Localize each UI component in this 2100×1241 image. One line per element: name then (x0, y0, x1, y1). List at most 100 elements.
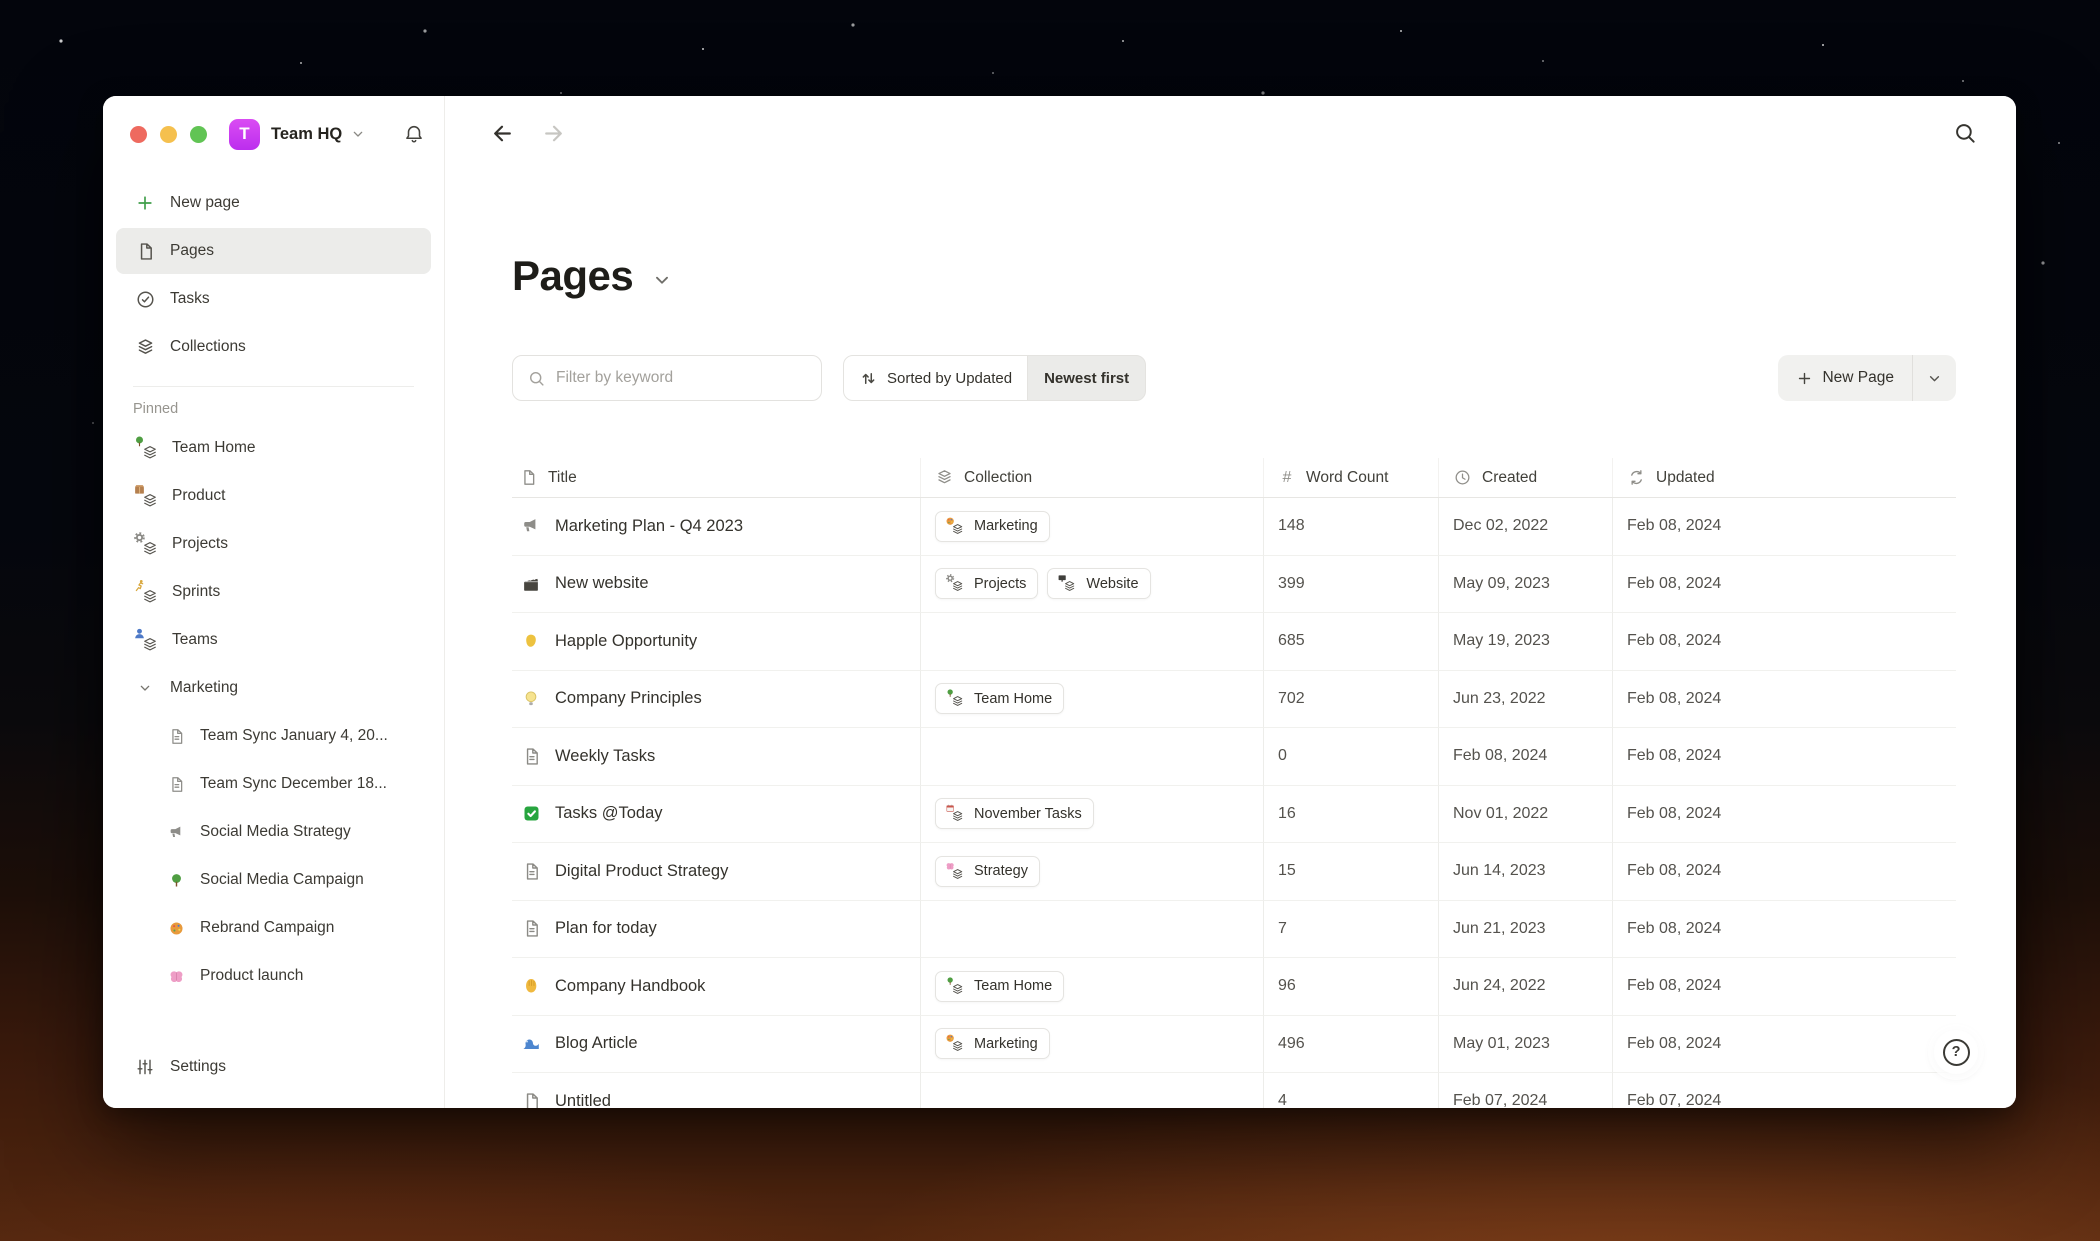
created-cell: Dec 02, 2022 (1453, 517, 1548, 535)
collection-tag[interactable]: Projects (935, 568, 1038, 599)
collection-tag[interactable]: Team Home (935, 971, 1064, 1002)
sort-order-button[interactable]: Newest first (1028, 356, 1145, 400)
question-mark-icon: ? (1943, 1039, 1970, 1066)
table-row[interactable]: Tasks @Today November Tasks 16 Nov 01, 2… (512, 786, 1956, 844)
sidebar-item-new-page[interactable]: New page (116, 180, 431, 226)
column-header-created[interactable]: Created (1438, 458, 1612, 497)
projects-collection-icon (133, 532, 159, 557)
sidebar-item-label: New page (170, 194, 240, 212)
collection-tag[interactable]: Team Home (935, 683, 1064, 714)
sidebar-item-product-launch[interactable]: Product launch (116, 953, 431, 999)
sidebar-item-team-sync-dec[interactable]: Team Sync December 18... (116, 761, 431, 807)
table-row[interactable]: Plan for today 7 Jun 21, 2023 Feb 08, 20… (512, 901, 1956, 959)
table-header-row: Title Collection # Word Count Create (512, 458, 1956, 498)
sidebar-item-teams[interactable]: Teams (116, 617, 431, 663)
page-title-row: Pages (512, 252, 1956, 300)
back-arrow-icon[interactable] (490, 121, 515, 146)
page-title-cell: Marketing Plan - Q4 2023 (555, 517, 743, 536)
workspace-avatar[interactable]: T (229, 119, 260, 150)
word-count-cell: 496 (1278, 1035, 1305, 1053)
column-header-word-count[interactable]: # Word Count (1263, 458, 1438, 497)
sidebar-item-team-sync-jan[interactable]: Team Sync January 4, 20... (116, 713, 431, 759)
column-header-collection[interactable]: Collection (920, 458, 1263, 497)
sidebar-item-label: Team Sync January 4, 20... (200, 727, 388, 745)
close-window-button[interactable] (130, 126, 147, 143)
sidebar-item-rebrand-campaign[interactable]: Rebrand Campaign (116, 905, 431, 951)
stack-icon (935, 468, 954, 487)
sidebar-item-projects[interactable]: Projects (116, 521, 431, 567)
table-row[interactable]: Happle Opportunity 685 May 19, 2023 Feb … (512, 613, 1956, 671)
table-row[interactable]: Digital Product Strategy Strategy 15 Jun… (512, 843, 1956, 901)
check-circle-icon (133, 289, 157, 310)
column-label: Created (1482, 469, 1537, 487)
table-row[interactable]: New website Projects Website 399 May 09,… (512, 556, 1956, 614)
table-row[interactable]: Weekly Tasks 0 Feb 08, 2024 Feb 08, 2024 (512, 728, 1956, 786)
column-header-title[interactable]: Title (512, 458, 920, 497)
sidebar-item-tasks[interactable]: Tasks (116, 276, 431, 322)
toolbar: Sorted by Updated Newest first New Page (512, 355, 1956, 401)
collection-tag[interactable]: Website (1047, 568, 1150, 599)
created-cell: May 01, 2023 (1453, 1035, 1550, 1053)
sidebar-item-label: Social Media Campaign (200, 871, 364, 889)
stack-icon (133, 337, 157, 358)
collection-tag[interactable]: Marketing (935, 511, 1050, 542)
sorted-by-button[interactable]: Sorted by Updated (844, 356, 1028, 400)
sidebar-item-label: Team Home (172, 439, 256, 457)
workspace-switcher-chevron-icon[interactable] (350, 126, 366, 142)
sidebar-item-team-home[interactable]: Team Home (116, 425, 431, 471)
updated-cell: Feb 08, 2024 (1627, 920, 1721, 938)
updated-cell: Feb 08, 2024 (1627, 517, 1721, 535)
table-row[interactable]: Untitled 4 Feb 07, 2024 Feb 07, 2024 (512, 1073, 1956, 1108)
column-header-updated[interactable]: Updated (1612, 458, 1956, 497)
table-row[interactable]: Company Handbook Team Home 96 Jun 24, 20… (512, 958, 1956, 1016)
sidebar-item-settings[interactable]: Settings (116, 1044, 431, 1090)
sidebar-item-sprints[interactable]: Sprints (116, 569, 431, 615)
document-icon (519, 861, 543, 882)
help-button[interactable]: ? (1934, 1030, 1978, 1074)
sidebar-item-social-media-strategy[interactable]: Social Media Strategy (116, 809, 431, 855)
forward-arrow-icon[interactable] (541, 121, 566, 146)
table-row[interactable]: Blog Article Marketing 496 May 01, 2023 … (512, 1016, 1956, 1074)
sidebar-item-social-media-campaign[interactable]: Social Media Campaign (116, 857, 431, 903)
plus-icon (1796, 370, 1813, 387)
sort-label: Sorted by Updated (887, 370, 1012, 387)
plus-icon (133, 193, 157, 213)
window-controls (130, 126, 207, 143)
sidebar-item-pages[interactable]: Pages (116, 228, 431, 274)
calendar-collection-icon (945, 805, 964, 823)
table-row[interactable]: Company Principles Team Home 702 Jun 23,… (512, 671, 1956, 729)
column-label: Word Count (1306, 469, 1388, 487)
column-label: Title (548, 469, 577, 487)
sidebar-item-marketing[interactable]: Marketing (116, 665, 431, 711)
sidebar-nav: New page Pages Tasks Collections (116, 180, 431, 372)
clock-icon (1453, 468, 1472, 487)
top-bar (445, 96, 2016, 146)
sidebar-item-product[interactable]: Product (116, 473, 431, 519)
megaphone-icon (165, 823, 187, 842)
sidebar-item-label: Teams (172, 631, 218, 649)
new-page-button[interactable]: New Page (1778, 355, 1912, 401)
collection-tag[interactable]: Strategy (935, 856, 1040, 887)
new-page-dropdown-button[interactable] (1912, 355, 1956, 401)
new-page-label: New Page (1822, 369, 1894, 387)
search-icon[interactable] (1952, 120, 1978, 146)
notifications-bell-icon[interactable] (403, 123, 425, 145)
updated-cell: Feb 08, 2024 (1627, 632, 1721, 650)
hash-icon: # (1278, 469, 1296, 487)
table-row[interactable]: Marketing Plan - Q4 2023 Marketing 148 D… (512, 498, 1956, 556)
sort-control: Sorted by Updated Newest first (843, 355, 1146, 401)
zoom-window-button[interactable] (190, 126, 207, 143)
minimize-window-button[interactable] (160, 126, 177, 143)
chevron-down-icon[interactable] (133, 680, 157, 696)
filter-input[interactable] (556, 369, 807, 387)
collection-tag[interactable]: Marketing (935, 1028, 1050, 1059)
gear-collection-icon (945, 575, 964, 593)
page-title-chevron-icon[interactable] (651, 261, 673, 291)
collection-tag[interactable]: November Tasks (935, 798, 1094, 829)
workspace-name[interactable]: Team HQ (271, 125, 342, 144)
page-title-cell: Blog Article (555, 1034, 638, 1053)
refresh-icon (1627, 468, 1646, 487)
sidebar-item-label: Tasks (170, 290, 210, 308)
main-content: Pages Sorted by Updated Newes (445, 146, 2016, 1108)
sidebar-item-collections[interactable]: Collections (116, 324, 431, 370)
